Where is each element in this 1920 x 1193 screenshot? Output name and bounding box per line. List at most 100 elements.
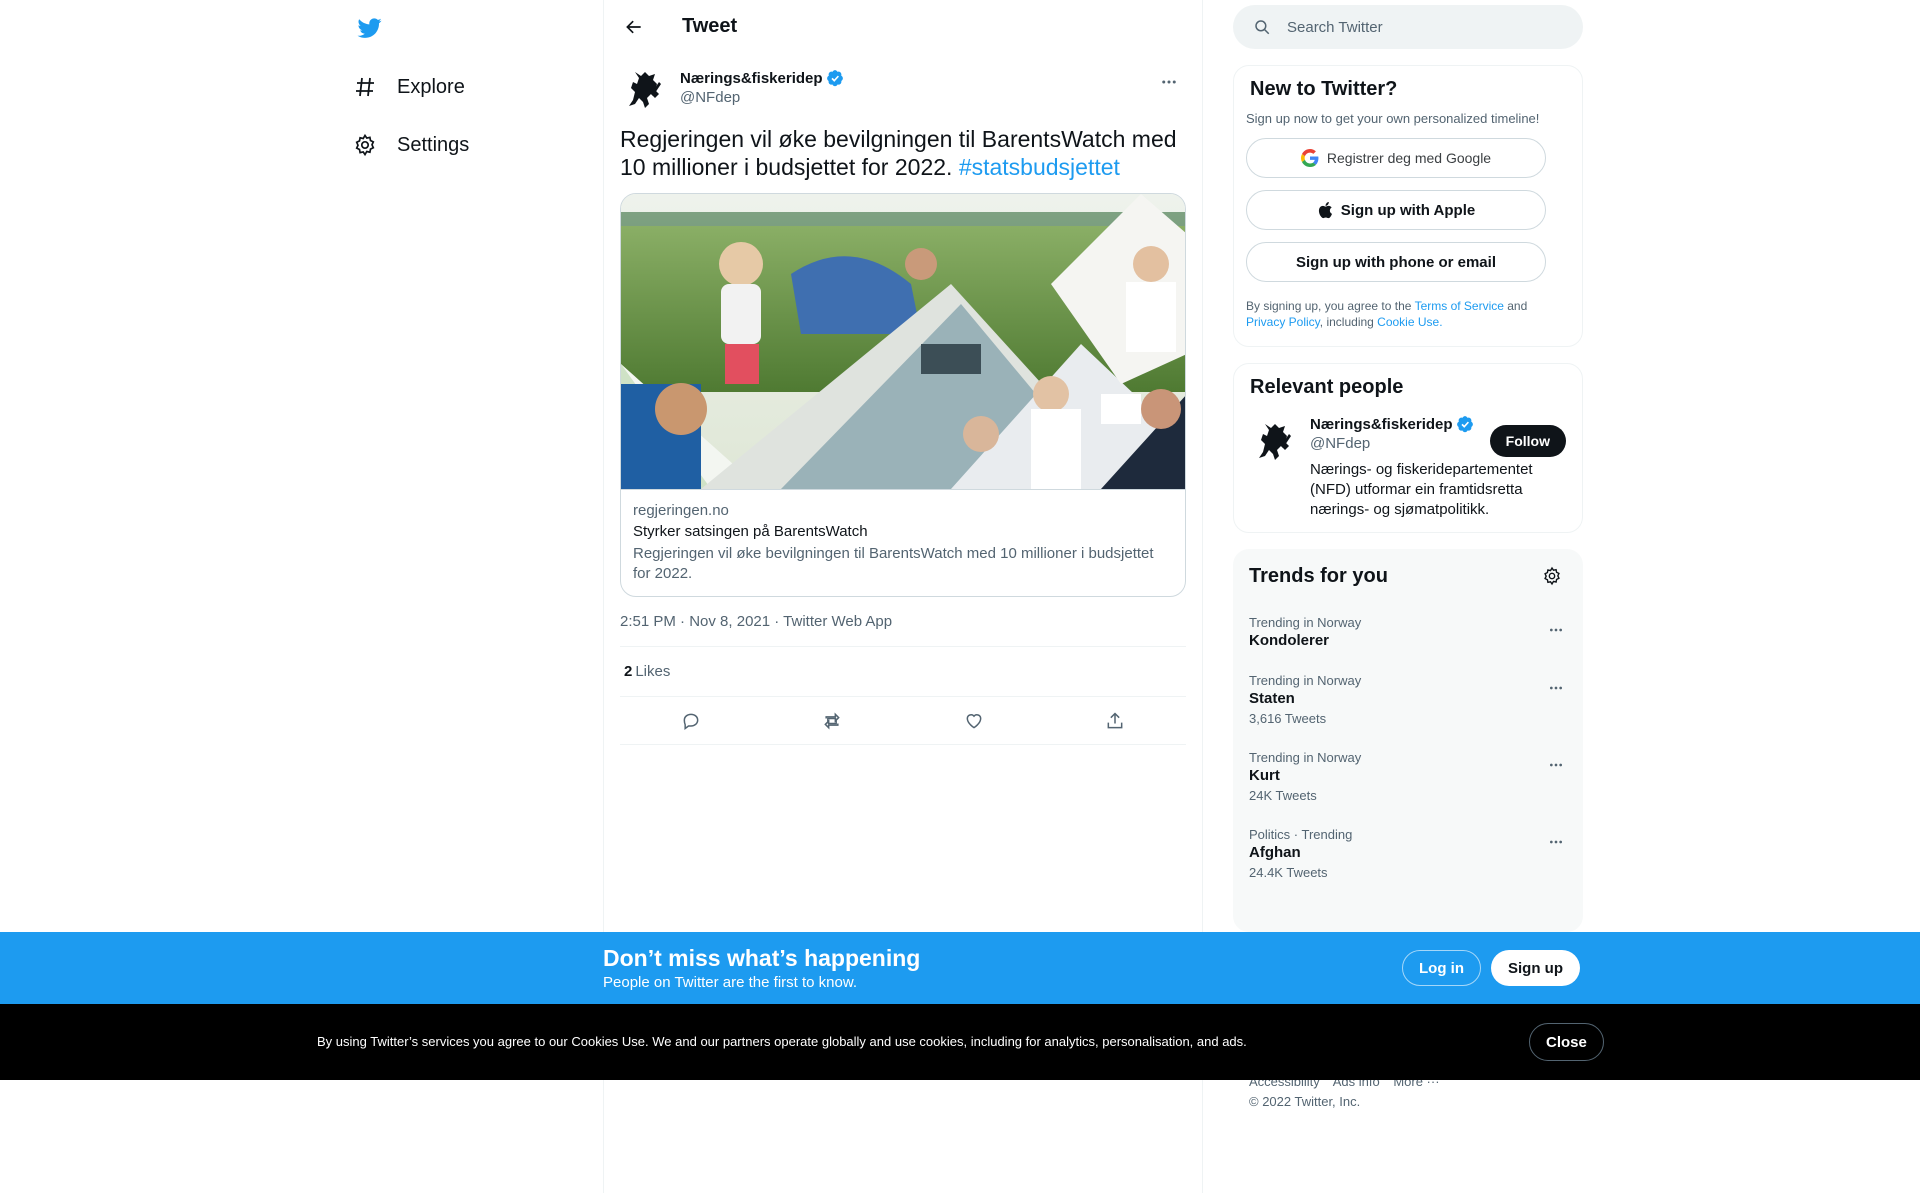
terms-of-service-link[interactable]: Terms of Service [1415,299,1504,313]
trend-more-button[interactable] [1541,615,1571,645]
header-bar: Tweet [604,0,1202,53]
trends-title: Trends for you [1249,564,1388,587]
reply-icon [683,713,699,730]
author-name-text: Nærings&fiskeridep [680,69,823,87]
more-dots-icon [1550,763,1562,767]
apple-icon [1317,201,1333,219]
share-button[interactable] [1098,704,1132,738]
person-name-text: Nærings&fiskeridep [1310,415,1453,433]
likes-summary[interactable]: 2 Likes [620,647,1186,697]
trend-name: Afghan [1249,844,1301,861]
copyright: © 2022 Twitter, Inc. [1249,1094,1361,1109]
lion-crest-icon [629,72,661,108]
twitter-logo-icon[interactable] [350,10,390,46]
phone-email-signup-button[interactable]: Sign up with phone or email [1246,242,1546,282]
likes-count: 2 [624,663,633,680]
trend-more-button[interactable] [1541,827,1571,857]
verified-badge-icon [826,69,844,87]
gear-icon [1544,566,1560,586]
trend-item[interactable]: Trending in Norway Staten 3,616 Tweets [1233,661,1583,738]
search-icon [1255,20,1270,35]
tweet-meta: 2:51 PM · Nov 8, 2021 · Twitter Web App [620,613,1186,647]
tweet-time[interactable]: 2:51 PM [620,613,676,630]
card-domain: regjeringen.no [633,502,729,519]
trends-settings-button[interactable] [1537,561,1567,591]
tweet-date[interactable]: Nov 8, 2021 [689,613,770,630]
person-handle: @NFdep [1310,435,1371,452]
google-signup-label: Registrer deg med Google [1326,150,1492,166]
cookie-text: By using Twitter’s services you agree to… [317,1034,1247,1049]
trend-item[interactable]: Trending in Norway Kondolerer [1233,603,1583,661]
phone-email-signup-label: Sign up with phone or email [1295,253,1496,271]
trend-context: Politics · Trending [1249,827,1353,842]
hashtag-link[interactable]: #statsbudsjettet [959,154,1120,180]
trend-more-button[interactable] [1541,673,1571,703]
likes-label: Likes [635,663,671,680]
search-input[interactable] [1287,18,1547,36]
back-button[interactable] [616,9,652,45]
more-dots-icon [1550,686,1562,690]
signup-button[interactable]: Sign up [1491,950,1580,986]
sidebar-right: New to Twitter? Sign up now to get your … [1233,0,1583,932]
terms-prefix: By signing up, you agree to the [1246,299,1415,313]
cookie-use-link[interactable]: Cookie Use. [1377,315,1442,329]
avatar[interactable] [620,65,668,113]
login-banner: Don’t miss what’s happening People on Tw… [0,932,1920,1004]
trend-name: Staten [1249,690,1295,707]
avatar[interactable] [1250,417,1298,465]
trend-count: 3,616 Tweets [1249,711,1327,726]
apple-signup-button[interactable]: Sign up with Apple [1246,190,1546,230]
trends-header: Trends for you [1233,549,1583,603]
trend-name: Kondolerer [1249,632,1330,649]
login-button[interactable]: Log in [1402,950,1481,986]
card-title: Styrker satsingen på BarentsWatch [633,523,868,540]
lion-crest-icon [1259,424,1291,460]
link-card[interactable]: regjeringen.no Styrker satsingen på Bare… [620,193,1186,597]
trend-count: 24.4K Tweets [1249,865,1328,880]
tweet-actions [620,697,1186,745]
share-icon [1107,711,1123,728]
banner-title: Don’t miss what’s happening [603,945,921,971]
relevant-people-box: Relevant people Nærings&fiskeridep @NFde… [1233,363,1583,533]
search-bar[interactable] [1233,5,1583,49]
trend-count: 24K Tweets [1249,788,1317,803]
person-name[interactable]: Nærings&fiskeridep [1310,415,1480,433]
terms-and: and [1503,299,1528,313]
banner-subtitle: People on Twitter are the first to know. [603,974,858,991]
trends-box: Trends for you Trending in Norway Kondol… [1233,549,1583,932]
retweet-button[interactable] [815,704,849,738]
retweet-icon [824,712,840,729]
nav-explore[interactable]: Explore [345,65,465,109]
trends-spacer [1233,892,1583,932]
person-item[interactable]: Nærings&fiskeridep @NFdep Nærings- og fi… [1234,399,1582,520]
author-handle[interactable]: @NFdep [680,89,844,106]
card-description: Regjeringen vil øke bevilgningen til Bar… [633,545,1154,582]
follow-button[interactable]: Follow [1489,425,1566,457]
verified-badge-icon [1456,415,1474,433]
terms-including: , including [1319,315,1378,329]
cookie-close-button[interactable]: Close [1529,1023,1604,1061]
apple-signup-label: Sign up with Apple [1340,201,1476,219]
privacy-policy-link[interactable]: Privacy Policy [1246,315,1320,329]
more-dots-icon [1550,628,1562,632]
card-body: regjeringen.no Styrker satsingen på Bare… [621,489,1185,596]
tweet-source[interactable]: Twitter Web App [783,613,892,630]
more-dots-icon [1162,80,1176,84]
author-name[interactable]: Nærings&fiskeridep [680,69,844,87]
person-bio: Nærings- og fiskeridepartementet (NFD) u… [1310,461,1533,518]
cookie-bar: By using Twitter’s services you agree to… [0,1004,1920,1080]
trend-context: Trending in Norway [1249,615,1362,630]
nav-settings[interactable]: Settings [345,123,469,167]
page-title: Tweet [682,15,738,37]
google-signup-button[interactable]: Registrer deg med Google [1246,138,1546,178]
trend-more-button[interactable] [1541,750,1571,780]
like-button[interactable] [957,704,991,738]
reply-button[interactable] [674,704,708,738]
signup-box: New to Twitter? Sign up now to get your … [1233,65,1583,347]
relevant-people-title: Relevant people [1250,376,1404,398]
trend-context: Trending in Norway [1249,673,1362,688]
more-options-button[interactable] [1152,65,1186,99]
arrow-left-icon [626,20,641,33]
trend-item[interactable]: Politics · Trending Afghan 24.4K Tweets [1233,815,1583,892]
trend-item[interactable]: Trending in Norway Kurt 24K Tweets [1233,738,1583,815]
